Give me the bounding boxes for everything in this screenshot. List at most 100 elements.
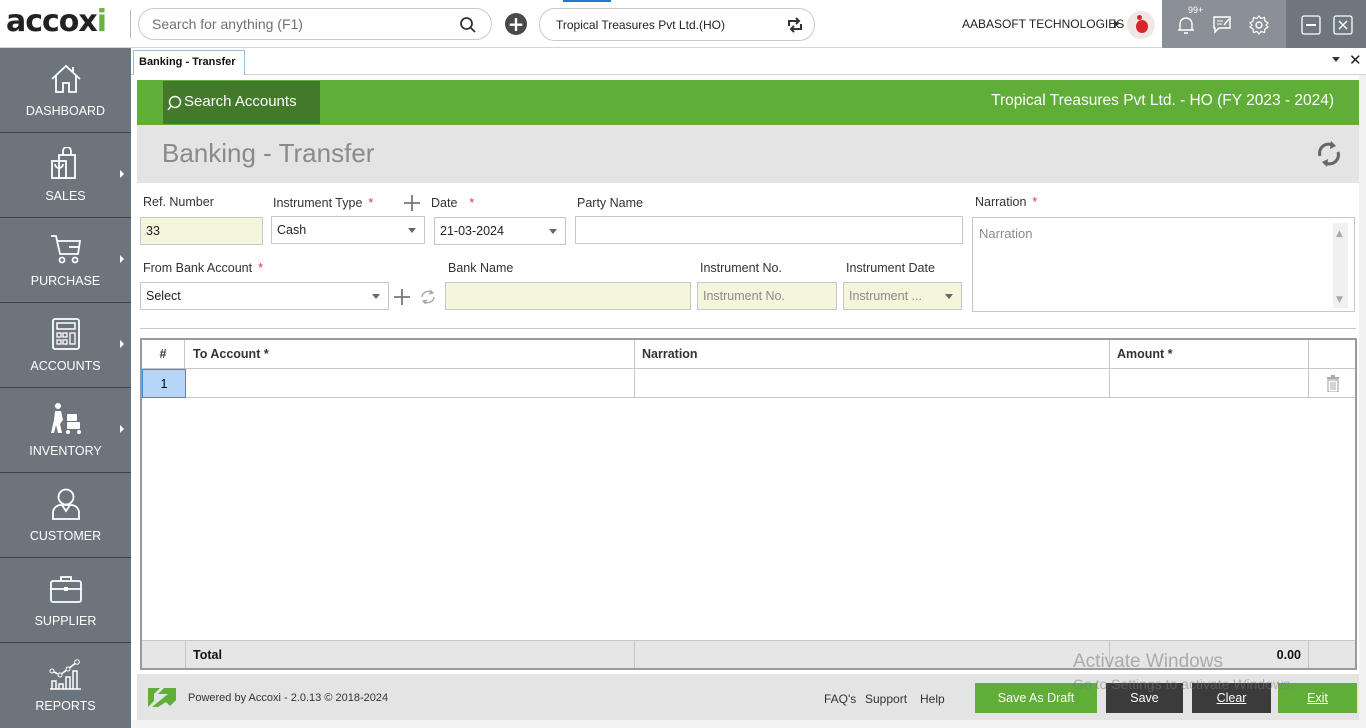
scroll-gutter xyxy=(1359,75,1366,728)
organization-name[interactable]: AABASOFT TECHNOLOGIES xyxy=(962,17,1124,31)
sidebar-item-label: ACCOUNTS xyxy=(30,359,101,373)
bell-icon[interactable] xyxy=(1175,14,1197,36)
instrument-date-picker[interactable]: Instrument ... xyxy=(843,282,962,310)
search-accounts-label: Search Accounts xyxy=(184,93,297,110)
amount-cell[interactable] xyxy=(1110,369,1309,398)
home-icon xyxy=(51,64,81,93)
scroll-up-icon[interactable]: ▲ xyxy=(1336,229,1343,239)
party-name-label: Party Name xyxy=(577,196,643,210)
cart-icon xyxy=(51,235,82,264)
ref-number-value: 33 xyxy=(146,224,160,238)
submenu-caret-icon xyxy=(120,170,124,178)
instrument-date-placeholder: Instrument ... xyxy=(849,289,922,303)
add-new-icon[interactable]: + xyxy=(505,13,527,35)
search-placeholder: Search for anything (F1) xyxy=(152,16,303,32)
refresh-icon[interactable] xyxy=(1314,139,1344,169)
narration-cell[interactable] xyxy=(635,369,1110,398)
close-tab-icon[interactable]: ✕ xyxy=(1349,51,1362,69)
column-header-amount[interactable]: Amount * xyxy=(1110,340,1309,369)
party-name-input[interactable] xyxy=(575,216,963,244)
page-title: Banking - Transfer xyxy=(162,138,375,168)
row-number[interactable]: 1 xyxy=(142,369,186,398)
narration-label: Narration * xyxy=(975,195,1038,209)
sidebar-item-accounts[interactable]: ACCOUNTS xyxy=(0,303,131,388)
tab-strip: Banking - Transfer ✕ xyxy=(131,48,1366,75)
sidebar-item-reports[interactable]: REPORTS xyxy=(0,643,131,728)
sidebar: DASHBOARD SALES PURCHASE ACCOUNTS INVENT… xyxy=(0,48,131,728)
minimize-icon[interactable] xyxy=(1300,14,1322,36)
search-icon xyxy=(167,95,182,111)
instrument-type-select[interactable]: Cash xyxy=(271,216,425,244)
chevron-down-icon xyxy=(408,228,416,233)
column-header-narration[interactable]: Narration xyxy=(635,340,1110,369)
tab-menu-dropdown-icon[interactable] xyxy=(1332,57,1340,62)
support-link[interactable]: Support xyxy=(865,692,907,706)
sidebar-item-customer[interactable]: CUSTOMER xyxy=(0,473,131,558)
narration-textarea[interactable]: Narration ▲ ▼ xyxy=(972,217,1355,312)
sidebar-item-label: INVENTORY xyxy=(29,444,102,458)
refresh-bank-accounts-icon[interactable] xyxy=(419,288,437,306)
trash-icon[interactable] xyxy=(1326,375,1340,392)
module-header: Search Accounts Tropical Treasures Pvt L… xyxy=(137,80,1359,125)
scroll-down-icon[interactable]: ▼ xyxy=(1336,295,1343,305)
from-bank-account-select[interactable]: Select xyxy=(140,282,389,310)
accoxi-logo[interactable]: accoxi xyxy=(6,4,107,39)
total-row-spacer xyxy=(142,640,186,668)
chart-icon xyxy=(49,659,81,690)
company-selector[interactable]: Tropical Treasures Pvt Ltd.(HO) xyxy=(539,8,815,41)
transfer-grid: # To Account * Narration Amount * 1 Tota… xyxy=(140,338,1357,670)
bank-name-field xyxy=(445,282,691,310)
windows-activation-subtext: Go to Settings to activate Windows. xyxy=(1073,676,1294,692)
global-search-input[interactable]: Search for anything (F1) xyxy=(138,8,492,40)
chevron-down-icon xyxy=(549,229,557,234)
instrument-type-label: Instrument Type * xyxy=(273,196,374,210)
submenu-caret-icon xyxy=(120,425,124,433)
gear-icon[interactable] xyxy=(1248,14,1270,36)
tab-label: Banking - Transfer xyxy=(139,56,236,68)
sidebar-item-inventory[interactable]: INVENTORY xyxy=(0,388,131,473)
sidebar-item-dashboard[interactable]: DASHBOARD xyxy=(0,48,131,133)
switch-company-icon[interactable] xyxy=(786,16,804,34)
column-header-to-account[interactable]: To Account * xyxy=(185,340,635,369)
add-bank-account-icon[interactable] xyxy=(393,288,411,306)
total-narration-cell xyxy=(635,640,1110,668)
add-instrument-type-icon[interactable] xyxy=(403,194,421,212)
to-account-cell[interactable] xyxy=(186,369,635,398)
sidebar-item-label: SUPPLIER xyxy=(34,614,97,628)
sidebar-item-sales[interactable]: SALES xyxy=(0,133,131,218)
window-controls xyxy=(1286,0,1366,48)
message-icon[interactable] xyxy=(1212,14,1234,36)
close-app-icon[interactable] xyxy=(1332,14,1354,36)
instrument-date-label: Instrument Date xyxy=(846,261,935,275)
search-accounts-button[interactable]: Search Accounts xyxy=(163,81,320,124)
date-picker[interactable]: 21-03-2024 xyxy=(434,217,566,245)
search-icon[interactable] xyxy=(459,16,477,34)
date-label: Date * xyxy=(431,196,475,210)
caret-right-icon[interactable] xyxy=(1114,20,1119,28)
user-avatar[interactable] xyxy=(1127,11,1155,39)
bank-name-label: Bank Name xyxy=(448,261,514,275)
calculator-icon xyxy=(52,318,80,350)
sidebar-item-supplier[interactable]: SUPPLIER xyxy=(0,558,131,643)
sidebar-item-label: SALES xyxy=(45,189,86,203)
top-bar: accoxi Search for anything (F1) + Tropic… xyxy=(0,0,1366,48)
tab-banking-transfer[interactable]: Banking - Transfer xyxy=(133,50,245,75)
date-value: 21-03-2024 xyxy=(440,224,504,238)
logo-divider xyxy=(130,10,131,38)
faq-link[interactable]: FAQ's xyxy=(824,692,856,706)
sidebar-item-label: PURCHASE xyxy=(30,274,101,288)
company-fiscal-year: Tropical Treasures Pvt Ltd. - HO (FY 202… xyxy=(991,92,1334,109)
row-actions-cell xyxy=(1309,369,1355,398)
ref-number-field[interactable]: 33 xyxy=(140,217,263,245)
submenu-caret-icon xyxy=(120,340,124,348)
column-header-number: # xyxy=(142,340,185,369)
briefcase-icon xyxy=(50,576,82,603)
help-link[interactable]: Help xyxy=(920,692,945,706)
user-icon xyxy=(52,488,80,520)
instrument-no-input[interactable]: Instrument No. xyxy=(697,282,837,310)
sidebar-item-purchase[interactable]: PURCHASE xyxy=(0,218,131,303)
sidebar-item-label: CUSTOMER xyxy=(29,529,102,543)
submenu-caret-icon xyxy=(120,255,124,263)
narration-scrollbar[interactable]: ▲ ▼ xyxy=(1333,223,1348,308)
instrument-type-value: Cash xyxy=(277,223,307,237)
